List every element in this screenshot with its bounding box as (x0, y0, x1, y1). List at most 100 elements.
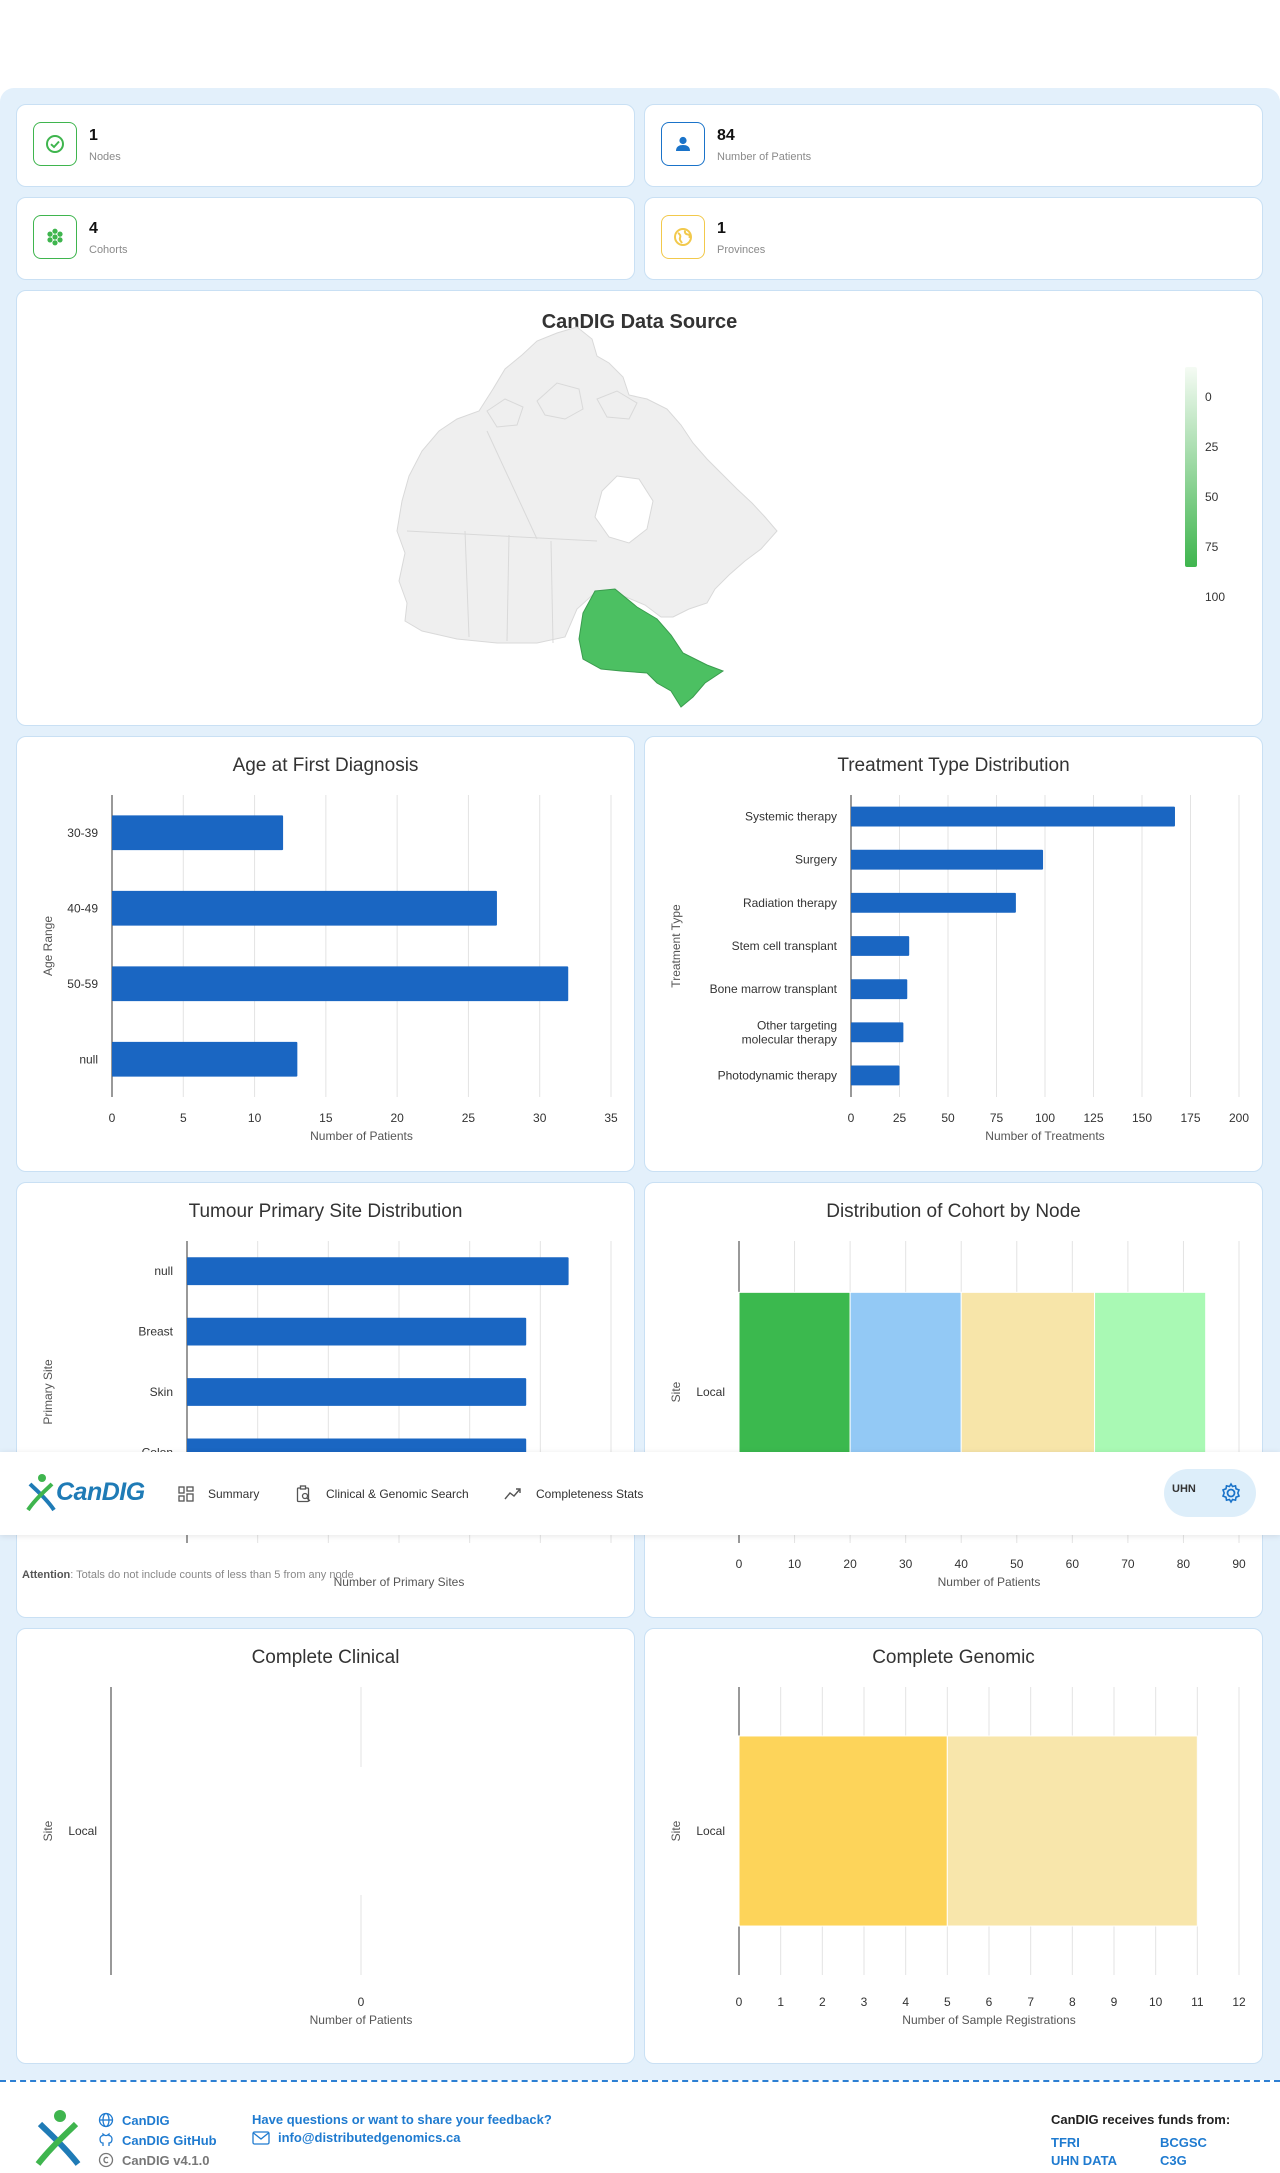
stat-card-cohorts: 4 Cohorts (16, 197, 635, 280)
candig-footer-logo-icon (35, 2110, 81, 2166)
nav-search-label: Clinical & Genomic Search (326, 1486, 469, 1501)
nav-completeness-label: Completeness Stats (536, 1486, 644, 1501)
x-tick-label: 20 (390, 1111, 404, 1125)
y-axis-label: Treatment Type (669, 904, 683, 988)
category-label: Systemic therapy (745, 810, 837, 824)
user-menu[interactable]: UHN (1164, 1469, 1256, 1517)
bar (112, 966, 569, 1002)
candig-logo-text[interactable]: CanDIG (56, 1478, 145, 1507)
nav-summary[interactable]: Summary (178, 1452, 259, 1535)
nodes-value: 1 (89, 127, 98, 144)
canada-map[interactable]: 0 25 50 75 100 (17, 291, 1264, 727)
x-axis-label: Number of Sample Registrations (902, 2013, 1075, 2027)
footer-email[interactable]: info@distributedgenomics.ca (252, 2130, 460, 2145)
x-tick-label: 50 (1010, 1557, 1024, 1571)
category-label: Skin (150, 1385, 173, 1399)
footer-link-github-label: CanDIG GitHub (122, 2132, 217, 2148)
x-tick-label: 30 (533, 1111, 547, 1125)
footer-link-github[interactable]: CanDIG GitHub (98, 2132, 217, 2148)
bar (851, 806, 1175, 827)
chart-card-tumour: Tumour Primary Site Distribution null Bre… (16, 1182, 635, 1618)
footer-link-candig[interactable]: CanDIG (98, 2112, 170, 2128)
category-label: Stem cell transplant (732, 939, 838, 953)
footer: CanDIG CanDIG GitHub CanDIG v4.1.0 Have … (0, 2080, 1280, 2173)
provinces-value: 1 (717, 220, 726, 237)
check-circle-icon (33, 122, 77, 166)
gear-icon[interactable] (1220, 1482, 1242, 1504)
footer-funder[interactable]: UHN DATA (1051, 2153, 1117, 2168)
bar (851, 892, 1016, 913)
x-tick-label: 9 (1111, 1995, 1118, 2009)
map-card: CanDIG Data Source 0 25 50 75 100 (16, 290, 1263, 726)
category-label: Local (696, 1824, 725, 1838)
x-tick-label: 2 (819, 1995, 826, 2009)
bar (112, 890, 497, 926)
cohorts-label: Cohorts (89, 244, 128, 256)
category-label: null (79, 1052, 98, 1066)
stat-card-patients: 84 Number of Patients (644, 104, 1263, 187)
x-tick-label: 0 (848, 1111, 855, 1125)
category-label: molecular therapy (742, 1032, 837, 1046)
mail-icon (252, 2130, 270, 2145)
stat-card-nodes: 1 Nodes (16, 104, 635, 187)
map-legend-label: 50 (1205, 490, 1219, 504)
bar (112, 815, 284, 851)
category-label: Surgery (795, 853, 837, 867)
chart-card-age: Age at First Diagnosis 30-39 40-49 50-59 nu… (16, 736, 635, 1172)
x-axis-label: Number of Treatments (985, 1129, 1104, 1143)
footer-funder[interactable]: TFRI (1051, 2135, 1080, 2150)
x-tick-label: 25 (462, 1111, 476, 1125)
chart-card-genomic: Complete Genomic Local 0 1 2 3 4 5 6 7 8 9 10 11 12 Nu… (644, 1628, 1263, 2064)
bar (851, 936, 910, 956)
bar (187, 1378, 527, 1406)
x-tick-label: 11 (1191, 1995, 1204, 2009)
chart-card-treatment: Treatment Type Distribution Systemic the… (644, 736, 1263, 1172)
x-tick-label: 70 (1121, 1557, 1135, 1571)
nodes-label: Nodes (89, 151, 121, 163)
x-tick-label: 1 (777, 1995, 784, 2009)
y-axis-label: Site (669, 1381, 683, 1402)
footer-email-label: info@distributedgenomics.ca (278, 2130, 461, 2145)
treatment-chart: Systemic therapy Surgery Radiation therapy… (669, 795, 1249, 1143)
footer-funds-title: CanDIG receives funds from: (1051, 2112, 1231, 2127)
nav-clinical-genomic-search[interactable]: Clinical & Genomic Search (296, 1452, 469, 1535)
map-legend-label: 0 (1205, 390, 1212, 404)
x-tick-label: 35 (604, 1111, 618, 1125)
footer-version-label: CanDIG v4.1.0 (122, 2152, 210, 2168)
x-tick-label: 10 (248, 1111, 262, 1125)
x-tick-label: 12 (1232, 1995, 1246, 2009)
x-tick-label: 25 (893, 1111, 907, 1125)
map-legend-scale (1185, 367, 1197, 567)
x-tick-label: 175 (1180, 1111, 1200, 1125)
x-tick-label: 0 (358, 1995, 365, 2009)
category-label: 30-39 (67, 826, 98, 840)
bar (851, 1022, 904, 1043)
footer-funder[interactable]: C3G (1160, 2153, 1187, 2168)
category-label: Photodynamic therapy (718, 1068, 837, 1082)
attention-bold: Attention (22, 1569, 71, 1581)
stat-card-provinces: 1 Provinces (644, 197, 1263, 280)
x-tick-label: 100 (1035, 1111, 1055, 1125)
category-label: Breast (138, 1325, 173, 1339)
globe-icon (661, 215, 705, 259)
attention-text: : Totals do not include counts of less t… (70, 1569, 354, 1581)
cohorts-value: 4 (89, 220, 98, 237)
trend-icon (504, 1487, 521, 1499)
category-label: Other targeting (757, 1018, 837, 1032)
footer-funder[interactable]: BCGSC (1160, 2135, 1207, 2150)
main-content: 1 Nodes 84 Number of Patients 4 Cohorts … (0, 88, 1280, 2080)
navbar: CanDIG Summary Clinical & Genomic Search… (0, 1452, 1280, 1535)
nav-completeness-stats[interactable]: Completeness Stats (504, 1452, 643, 1535)
x-tick-label: 200 (1229, 1111, 1249, 1125)
attention-note: Attention: Totals do not include counts … (22, 1569, 354, 1581)
x-axis-label: Number of Patients (310, 1129, 413, 1143)
copyright-icon (98, 2152, 114, 2168)
bar (851, 979, 908, 1000)
y-axis-label: Age Range (41, 916, 55, 976)
org-logo: UHN (1172, 1483, 1196, 1495)
globe-icon (98, 2112, 114, 2128)
y-axis-label: Primary Site (41, 1359, 55, 1425)
x-tick-label: 0 (736, 1995, 743, 2009)
bar (112, 1041, 298, 1077)
candig-logo-icon[interactable] (24, 1472, 58, 1514)
